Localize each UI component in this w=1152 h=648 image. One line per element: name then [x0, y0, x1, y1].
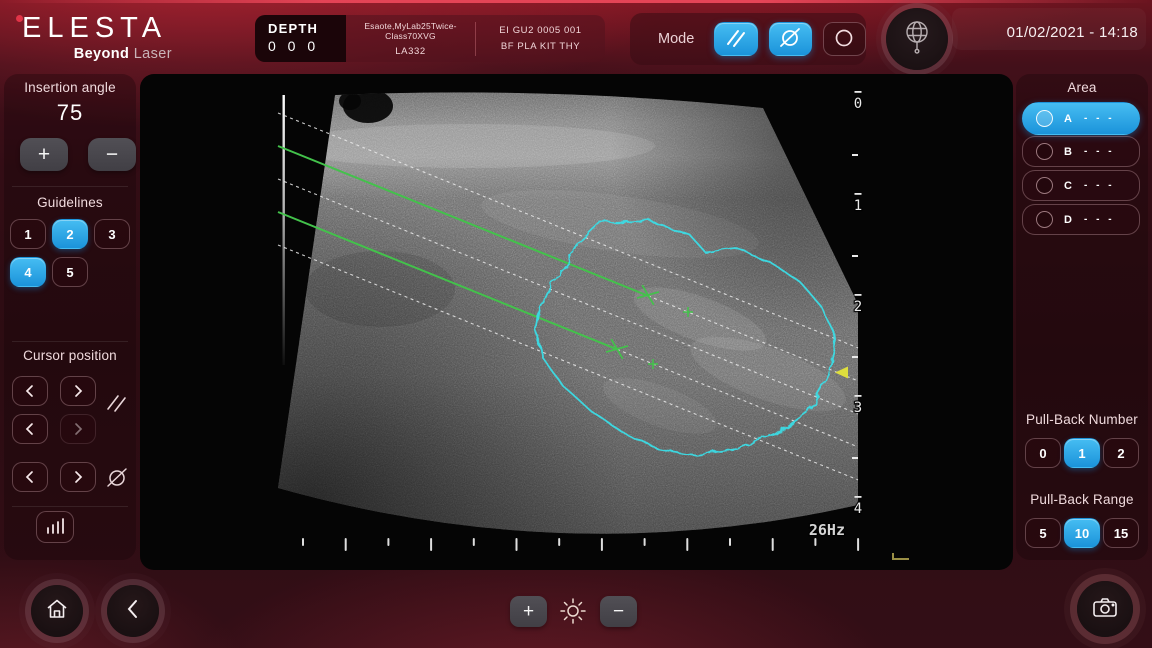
brand-name: ELESTA: [22, 12, 172, 45]
crossed-circle-icon: [104, 465, 130, 491]
device-info: Esaote,MyLab25Twice-Class70XVG LA332 EI …: [346, 15, 605, 62]
datetime-display: 01/02/2021 - 14:18: [918, 24, 1138, 41]
device-info-right: EI GU2 0005 001 BF PLA KIT THY: [476, 25, 605, 52]
snapshot-button[interactable]: [1077, 581, 1133, 637]
svg-text:1: 1: [854, 198, 862, 214]
cursor-guideline1-back-button[interactable]: [12, 376, 48, 406]
pullback-range-option-10[interactable]: 10: [1064, 518, 1100, 548]
pullback-range-option-15[interactable]: 15: [1103, 518, 1139, 548]
area-row-A[interactable]: A- - -: [1022, 102, 1140, 135]
guidelines-option-3[interactable]: 3: [94, 219, 130, 249]
cursor-guideline2-back-button[interactable]: [12, 414, 48, 444]
svg-text:0: 0: [854, 96, 862, 112]
divider: [12, 341, 128, 342]
insertion-angle-increase-button[interactable]: +: [20, 138, 68, 171]
device-serial: EI GU2 0005 001: [476, 25, 605, 36]
cursor-position-title: Cursor position: [4, 348, 136, 363]
device-kit: BF PLA KIT THY: [476, 41, 605, 52]
area-row-B[interactable]: B- - -: [1022, 136, 1140, 167]
home-button[interactable]: [31, 585, 83, 637]
depth-value: 0 0 0: [268, 38, 346, 54]
area-row-C[interactable]: C- - -: [1022, 170, 1140, 201]
brand-dot-icon: [16, 15, 23, 22]
bar-chart-icon: [44, 516, 66, 539]
device-model: Esaote,MyLab25Twice-Class70XVG: [346, 21, 475, 41]
zoom-in-button[interactable]: +: [510, 596, 547, 627]
area-circle-icon: [1036, 143, 1053, 160]
area-circle-icon: [1036, 177, 1053, 194]
depth-display: DEPTH 0 0 0: [255, 15, 346, 62]
diagonal-lines-icon: [724, 26, 748, 53]
area-label: A: [1064, 113, 1078, 125]
crossed-circle-icon: [777, 25, 803, 54]
brand-logo: ELESTA Beyond Laser: [22, 12, 172, 62]
depth-label: DEPTH: [268, 21, 346, 36]
area-circle-icon: [1036, 211, 1053, 228]
guidelines-option-2[interactable]: 2: [52, 219, 88, 249]
insertion-angle-value: 75: [4, 100, 136, 126]
left-sidebar: Insertion angle 75 + − Guidelines 12345 …: [4, 74, 136, 560]
area-title: Area: [1016, 80, 1148, 95]
histogram-button[interactable]: [36, 511, 74, 543]
guidelines-option-4[interactable]: 4: [10, 257, 46, 287]
guidelines-title: Guidelines: [4, 195, 136, 210]
chevron-left-icon: [123, 597, 143, 626]
mode-guidelines-button[interactable]: [714, 22, 757, 56]
mode-crossed-circle-button[interactable]: [769, 22, 812, 56]
svg-text:4: 4: [854, 501, 862, 517]
pullback-number-option-0[interactable]: 0: [1025, 438, 1061, 468]
mode-circle-button[interactable]: [823, 22, 866, 56]
area-label: B: [1064, 146, 1078, 158]
pullback-number-option-1[interactable]: 1: [1064, 438, 1100, 468]
tagline-light: Laser: [134, 46, 172, 62]
guideline-lines-icon: [104, 390, 130, 414]
guidelines-option-5[interactable]: 5: [52, 257, 88, 287]
mode-selector: Mode: [630, 13, 866, 65]
mode-label: Mode: [658, 31, 694, 47]
right-sidebar: Area A - - - B - - - C - - - D - - - Pull-Back …: [1016, 74, 1148, 560]
area-circle-icon: [1036, 110, 1053, 127]
area-label: C: [1064, 180, 1078, 192]
area-value: - - -: [1084, 146, 1115, 157]
area-value: - - -: [1084, 113, 1115, 124]
circle-icon: [831, 25, 857, 54]
home-icon: [44, 596, 70, 627]
brightness-icon: [556, 594, 590, 628]
area-row-D[interactable]: D- - -: [1022, 204, 1140, 235]
zoom-out-button[interactable]: −: [600, 596, 637, 627]
device-probe: LA332: [346, 46, 475, 57]
camera-icon: [1091, 594, 1119, 625]
guidelines-option-1[interactable]: 1: [10, 219, 46, 249]
area-label: D: [1064, 214, 1078, 226]
app-screen: ELESTA Beyond Laser DEPTH 0 0 0 Esaote,M…: [0, 0, 1152, 648]
area-value: - - -: [1084, 180, 1115, 191]
area-value: - - -: [1084, 214, 1115, 225]
divider: [12, 186, 128, 187]
svg-text:2: 2: [854, 299, 862, 315]
svg-text:26Hz: 26Hz: [809, 521, 845, 539]
pullback-number-option-2[interactable]: 2: [1103, 438, 1139, 468]
back-button[interactable]: [107, 585, 159, 637]
pullback-range-option-5[interactable]: 5: [1025, 518, 1061, 548]
cursor-guideline1-forward-button[interactable]: [60, 376, 96, 406]
svg-text:3: 3: [854, 400, 862, 416]
cursor-guideline2-forward-button[interactable]: [60, 414, 96, 444]
ultrasound-image: 0 1 2 3 4 26Hz: [140, 74, 1013, 570]
insertion-angle-decrease-button[interactable]: −: [88, 138, 136, 171]
cursor-area-forward-button[interactable]: [60, 462, 96, 492]
cursor-area-back-button[interactable]: [12, 462, 48, 492]
device-info-left: Esaote,MyLab25Twice-Class70XVG LA332: [346, 21, 475, 57]
pullback-number-title: Pull-Back Number: [1016, 412, 1148, 427]
pullback-range-title: Pull-Back Range: [1016, 492, 1148, 507]
insertion-angle-title: Insertion angle: [4, 80, 136, 95]
divider: [12, 506, 128, 507]
brand-tagline: Beyond Laser: [22, 46, 172, 62]
ultrasound-display: 0 1 2 3 4 26Hz: [140, 74, 1013, 570]
tagline-bold: Beyond: [74, 46, 130, 62]
